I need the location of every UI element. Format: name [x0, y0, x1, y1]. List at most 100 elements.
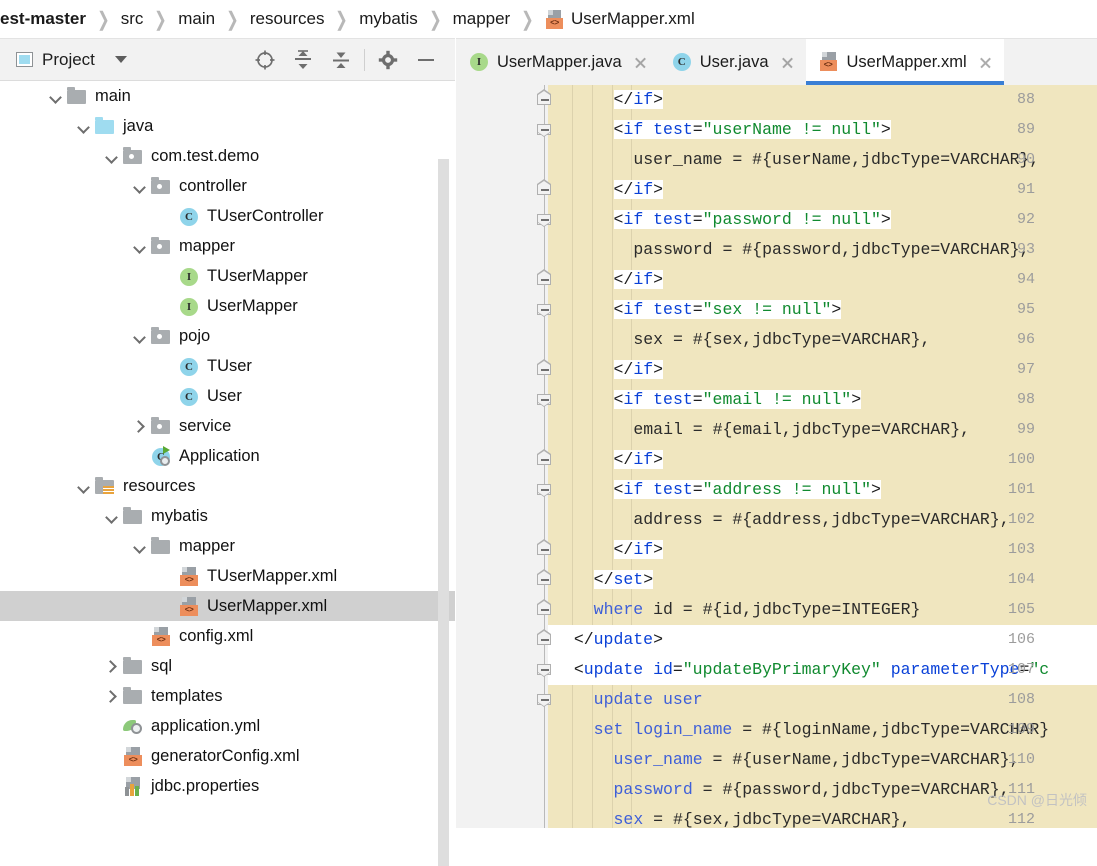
expand-all-icon[interactable] — [284, 43, 322, 77]
code-line[interactable]: <if test="userName != null"> — [548, 115, 891, 145]
tree-item-application[interactable]: C Application — [0, 441, 455, 471]
code-line[interactable]: </if> — [548, 445, 664, 475]
code-line[interactable]: user_name = #{userName,jdbcType=VARCHAR}… — [548, 145, 1039, 175]
chevron-down-icon[interactable] — [114, 56, 127, 63]
fold-start-marker[interactable] — [536, 301, 553, 318]
chevron-right-icon[interactable] — [106, 691, 117, 702]
breadcrumb-item-5[interactable]: mapper — [453, 9, 511, 29]
code-line[interactable]: password = #{password,jdbcType=VARCHAR}, — [548, 775, 1010, 805]
chevron-down-icon[interactable] — [50, 91, 61, 102]
tree-item-controller[interactable]: controller — [0, 171, 455, 201]
fold-end-marker[interactable] — [536, 569, 553, 588]
code-line[interactable]: <if test="address != null"> — [548, 475, 881, 505]
code-line[interactable]: </if> — [548, 265, 664, 295]
code-line[interactable]: sex = #{sex,jdbcType=VARCHAR}, — [548, 805, 911, 828]
fold-end-marker[interactable] — [536, 629, 553, 648]
code-line[interactable]: password = #{password,jdbcType=VARCHAR}, — [548, 235, 1029, 265]
tree-item-main[interactable]: main — [0, 81, 455, 111]
locate-target-icon[interactable] — [246, 43, 284, 77]
tree-item-application-yml[interactable]: application.yml — [0, 711, 455, 741]
chevron-down-icon[interactable] — [106, 511, 117, 522]
chevron-down-icon[interactable] — [134, 241, 145, 252]
editor-tab-bar[interactable]: I UserMapper.java C User.java <> UserMapper.x… — [456, 39, 1097, 85]
fold-start-marker[interactable] — [536, 691, 553, 708]
project-tree[interactable]: main java com.test.demo controller C TUserCon… — [0, 81, 455, 828]
code-line[interactable]: email = #{email,jdbcType=VARCHAR}, — [548, 415, 970, 445]
editor-tab-user-java[interactable]: C User.java — [659, 39, 806, 85]
chevron-right-icon[interactable] — [106, 661, 117, 672]
code-line[interactable]: </if> — [548, 175, 664, 205]
breadcrumb-item-3[interactable]: resources — [250, 9, 325, 29]
editor-tab-usermapper-java[interactable]: I UserMapper.java — [456, 39, 659, 85]
editor-tab-usermapper-xml[interactable]: <> UserMapper.xml — [805, 39, 1004, 85]
chevron-down-icon[interactable] — [134, 541, 145, 552]
code-line[interactable]: </if> — [548, 355, 664, 385]
tree-twisty[interactable] — [100, 651, 122, 681]
chevron-right-icon[interactable] — [134, 421, 145, 432]
tree-twisty[interactable] — [128, 231, 150, 261]
tree-item-mapper[interactable]: mapper — [0, 231, 455, 261]
fold-end-marker[interactable] — [536, 359, 553, 378]
tree-item-user[interactable]: C User — [0, 381, 455, 411]
chevron-down-icon[interactable] — [78, 121, 89, 132]
tree-item-tusermapper-xml[interactable]: <> TUserMapper.xml — [0, 561, 455, 591]
tree-item-usermapper[interactable]: I UserMapper — [0, 291, 455, 321]
code-line[interactable]: <if test="password != null"> — [548, 205, 891, 235]
code-line[interactable]: </set> — [548, 565, 654, 595]
breadcrumb-file[interactable]: <> UserMapper.xml — [545, 9, 695, 29]
tree-item-tusermapper[interactable]: I TUserMapper — [0, 261, 455, 291]
chevron-down-icon[interactable] — [78, 481, 89, 492]
tree-item-java[interactable]: java — [0, 111, 455, 141]
tree-item-mybatis[interactable]: mybatis — [0, 501, 455, 531]
tree-item-generatorconfig-xml[interactable]: <> generatorConfig.xml — [0, 741, 455, 771]
fold-start-marker[interactable] — [536, 391, 553, 408]
fold-markers-column[interactable] — [536, 85, 554, 828]
chevron-down-icon[interactable] — [134, 181, 145, 192]
code-line[interactable]: where id = #{id,jdbcType=INTEGER} — [548, 595, 921, 625]
tree-twisty[interactable] — [100, 141, 122, 171]
tree-twisty[interactable] — [100, 681, 122, 711]
tree-item-templates[interactable]: templates — [0, 681, 455, 711]
tree-item-service[interactable]: service — [0, 411, 455, 441]
code-line[interactable]: address = #{address,jdbcType=VARCHAR}, — [548, 505, 1009, 535]
fold-end-marker[interactable] — [536, 539, 553, 558]
code-line[interactable]: <if test="sex != null"> — [548, 295, 842, 325]
close-icon[interactable] — [780, 55, 795, 70]
tree-item-sql[interactable]: sql — [0, 651, 455, 681]
code-line[interactable]: update user — [548, 685, 703, 715]
tree-twisty[interactable] — [128, 411, 150, 441]
settings-gear-icon[interactable] — [369, 43, 407, 77]
collapse-all-icon[interactable] — [322, 43, 360, 77]
tree-item-pojo[interactable]: pojo — [0, 321, 455, 351]
tree-twisty[interactable] — [100, 501, 122, 531]
tree-item-resources[interactable]: resources — [0, 471, 455, 501]
tree-item-jdbc-properties[interactable]: jdbc.properties — [0, 771, 455, 801]
breadcrumb-item-4[interactable]: mybatis — [359, 9, 418, 29]
tree-item-mapper[interactable]: mapper — [0, 531, 455, 561]
fold-end-marker[interactable] — [536, 599, 553, 618]
code-line[interactable]: </if> — [548, 85, 664, 115]
chevron-down-icon[interactable] — [106, 151, 117, 162]
code-line[interactable]: </if> — [548, 535, 664, 565]
scrollbar-thumb[interactable] — [438, 159, 449, 866]
code-line[interactable]: </update> — [548, 625, 663, 655]
fold-end-marker[interactable] — [536, 179, 553, 198]
tree-twisty[interactable] — [128, 321, 150, 351]
code-editor[interactable]: </if> <if test="userName != null"> user_na… — [456, 85, 1097, 828]
tree-twisty[interactable] — [72, 111, 94, 141]
tree-item-config-xml[interactable]: <> config.xml — [0, 621, 455, 651]
project-view-selector[interactable]: Project — [16, 50, 127, 70]
tree-item-tusercontroller[interactable]: C TUserController — [0, 201, 455, 231]
tree-twisty[interactable] — [72, 471, 94, 501]
fold-start-marker[interactable] — [536, 661, 553, 678]
fold-start-marker[interactable] — [536, 121, 553, 138]
close-icon[interactable] — [633, 55, 648, 70]
fold-start-marker[interactable] — [536, 481, 553, 498]
close-icon[interactable] — [978, 55, 993, 70]
tree-item-usermapper-xml[interactable]: <> UserMapper.xml — [0, 591, 455, 621]
fold-start-marker[interactable] — [536, 211, 553, 228]
breadcrumb-item-0[interactable]: est-master — [0, 9, 86, 29]
breadcrumb-item-2[interactable]: main — [178, 9, 215, 29]
fold-end-marker[interactable] — [536, 449, 553, 468]
code-line[interactable]: set login_name = #{loginName,jdbcType=VA… — [548, 715, 1050, 745]
